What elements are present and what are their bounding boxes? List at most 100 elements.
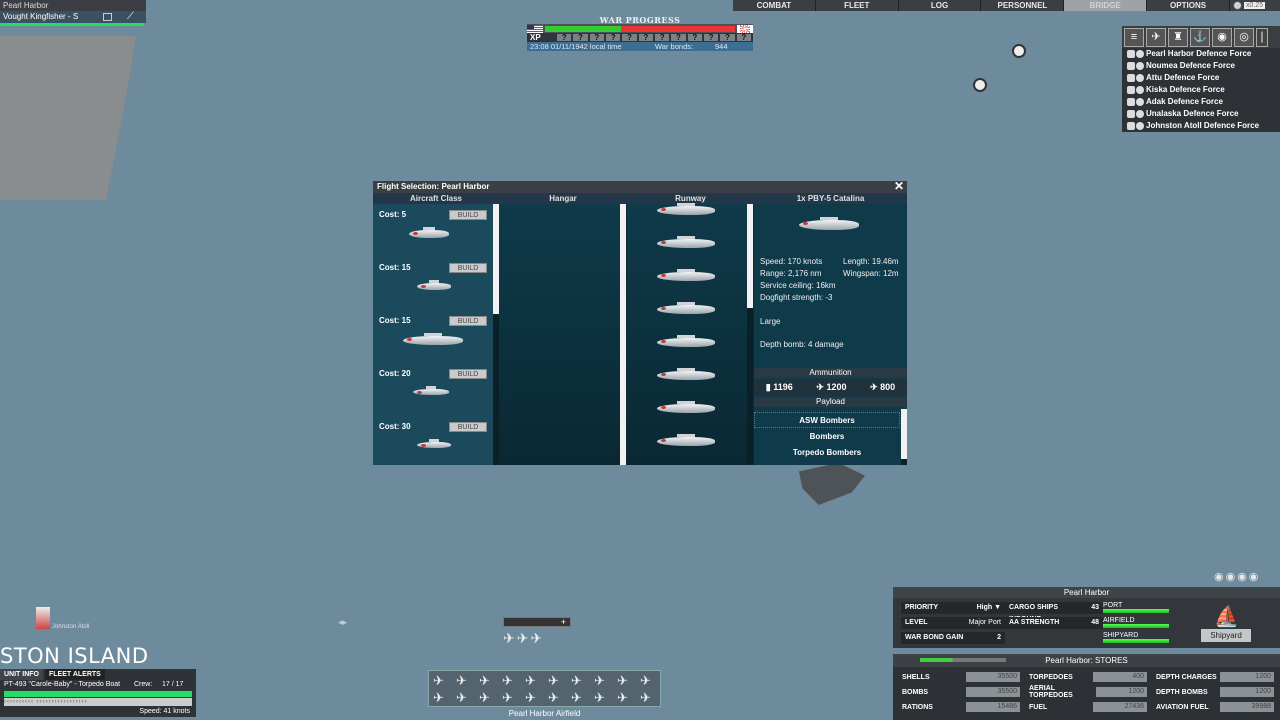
- tab-unit-info[interactable]: UNIT INFO: [0, 669, 43, 680]
- task-force-item[interactable]: Johnston Atoll Defence Force: [1122, 120, 1280, 132]
- map-arrows-icon[interactable]: ◂▸: [338, 617, 347, 628]
- collapse-icon[interactable]: ❘: [1256, 27, 1268, 47]
- airfield-aircraft-icon[interactable]: ✈: [479, 690, 490, 706]
- runway-aircraft[interactable]: [657, 302, 715, 314]
- aircraft-class-row[interactable]: Cost: 15 BUILD: [373, 257, 493, 310]
- aircraft-class-image: [413, 386, 449, 395]
- task-force-item[interactable]: Kiska Defence Force: [1122, 84, 1280, 96]
- anchor-icon[interactable]: ⚓: [1190, 27, 1210, 47]
- build-button[interactable]: BUILD: [449, 210, 487, 220]
- level-value: Major Port: [968, 619, 1001, 626]
- build-button[interactable]: BUILD: [449, 316, 487, 326]
- payload-option-bombers[interactable]: Bombers: [754, 429, 900, 445]
- selected-aircraft-panel[interactable]: Pearl Harbor Vought Kingfisher - S ⟋: [0, 0, 146, 26]
- tab-log[interactable]: LOG: [899, 0, 982, 11]
- runway-aircraft[interactable]: [657, 203, 715, 215]
- priority-select[interactable]: High ▼: [977, 602, 1001, 614]
- tab-options[interactable]: OPTIONS: [1147, 0, 1230, 11]
- list-icon[interactable]: ≡: [1124, 27, 1144, 47]
- enemy-unit-marker[interactable]: [973, 78, 987, 92]
- xp-slot: ?: [736, 34, 751, 42]
- runway-scrollbar[interactable]: [747, 204, 753, 465]
- runway-aircraft[interactable]: [657, 434, 715, 446]
- task-force-item[interactable]: Attu Defence Force: [1122, 72, 1280, 84]
- submarine-icon[interactable]: ◉: [1212, 27, 1232, 47]
- ammo-shells: 1196: [773, 382, 793, 392]
- time-speed[interactable]: x0.25: [1243, 2, 1266, 9]
- store-item: RATIONS 15486: [899, 701, 1020, 713]
- airfield-aircraft-icon[interactable]: ✈: [456, 690, 467, 706]
- airfield-aircraft-icon[interactable]: ✈: [617, 673, 628, 689]
- ship-icon[interactable]: ◎: [1234, 27, 1254, 47]
- task-force-item[interactable]: Adak Defence Force: [1122, 96, 1280, 108]
- hangar-scrollbar[interactable]: [620, 204, 626, 465]
- airfield-aircraft-icon[interactable]: ✈: [502, 690, 513, 706]
- airfield-aircraft-icon[interactable]: ✈: [525, 690, 536, 706]
- dialog-title: Flight Selection: Pearl Harbor: [377, 182, 490, 191]
- lighthouse-icon[interactable]: ♜: [1168, 27, 1188, 47]
- aircraft-class-row[interactable]: Cost: 15 BUILD: [373, 310, 493, 363]
- runway-aircraft[interactable]: [657, 335, 715, 347]
- task-force-item[interactable]: Unalaska Defence Force: [1122, 108, 1280, 120]
- airfield-aircraft-grid[interactable]: ✈ ✈ ✈ ✈ ✈ ✈ ✈ ✈ ✈ ✈ ✈ ✈ ✈ ✈ ✈ ✈ ✈ ✈ ✈ ✈: [428, 670, 661, 707]
- payload-option-torpedo-bombers[interactable]: Torpedo Bombers: [754, 445, 900, 461]
- airfield-aircraft-icon[interactable]: ✈: [479, 673, 490, 689]
- airfield-name: Pearl Harbor Airfield: [508, 709, 581, 718]
- airfield-aircraft-icon[interactable]: ✈: [525, 673, 536, 689]
- airfield-aircraft-icon[interactable]: ✈: [548, 690, 559, 706]
- payload-scrollbar[interactable]: [901, 409, 907, 465]
- task-force-item[interactable]: Noumea Defence Force: [1122, 60, 1280, 72]
- tab-combat[interactable]: COMBAT: [733, 0, 816, 11]
- tab-fleet-alerts[interactable]: FLEET ALERTS: [45, 669, 105, 680]
- squadron-add-bar[interactable]: +: [503, 617, 571, 627]
- airfield-aircraft-icon[interactable]: ✈: [640, 690, 651, 706]
- airfield-aircraft-icon[interactable]: ✈: [617, 690, 628, 706]
- speed-slider[interactable]: ‹‹‹‹‹‹‹‹‹‹ ›››››››››››››››››: [4, 698, 192, 706]
- airfield-aircraft-icon[interactable]: ✈: [433, 690, 444, 706]
- port-view-icons[interactable]: ◉◉◉◉: [1214, 570, 1260, 583]
- build-button[interactable]: BUILD: [449, 422, 487, 432]
- aircraft-filter-icon[interactable]: ✈: [1146, 27, 1166, 47]
- aircraft-class-row[interactable]: Cost: 20 BUILD: [373, 363, 493, 416]
- aircraft-class-row[interactable]: Cost: 30 BUILD: [373, 416, 493, 469]
- enemy-unit-marker[interactable]: [1012, 44, 1026, 58]
- airfield-aircraft-icon[interactable]: ✈: [571, 690, 582, 706]
- airfield-aircraft-icon[interactable]: ✈: [571, 673, 582, 689]
- unit-health-bar: [4, 691, 192, 697]
- aircraft-class-row[interactable]: Cost: 5 BUILD: [373, 204, 493, 257]
- unit-name: PT-493 "Carole-Baby" - Torpedo Boat: [4, 681, 121, 688]
- tab-fleet[interactable]: FLEET: [816, 0, 899, 11]
- airfield-aircraft-icon[interactable]: ✈: [548, 673, 559, 689]
- runway-aircraft[interactable]: [657, 368, 715, 380]
- war-progress-bar: [545, 25, 735, 32]
- ammo-bombs: 800: [880, 382, 896, 392]
- airfield-aircraft-icon[interactable]: ✈: [594, 690, 605, 706]
- xp-slot: ?: [638, 34, 653, 42]
- runway-aircraft[interactable]: [657, 269, 715, 281]
- runway-aircraft[interactable]: [657, 236, 715, 248]
- build-button[interactable]: BUILD: [449, 369, 487, 379]
- tab-personnel[interactable]: PERSONNEL: [981, 0, 1065, 11]
- local-time: 23:08 01/11/1942 local time: [530, 42, 622, 51]
- store-label: AVIATION FUEL: [1156, 703, 1209, 711]
- airfield-aircraft-icon[interactable]: ✈: [502, 673, 513, 689]
- fighter-icon: ⟋: [127, 11, 134, 22]
- payload-option-asw-bombers[interactable]: ASW Bombers: [754, 412, 900, 428]
- airfield-aircraft-icon[interactable]: ✈: [640, 673, 651, 689]
- build-button[interactable]: BUILD: [449, 263, 487, 273]
- shipyard-button[interactable]: Shipyard: [1201, 629, 1251, 642]
- squadron-icons[interactable]: ✈✈✈: [503, 630, 571, 654]
- store-label: DEPTH CHARGES: [1156, 673, 1217, 681]
- atoll-marker-icon[interactable]: [36, 607, 50, 629]
- close-icon[interactable]: ✕: [893, 180, 905, 193]
- pause-icon[interactable]: [1232, 1, 1242, 10]
- aircraft-info-panel: Speed: 170 knots Length: 19.46m Range: 2…: [754, 204, 907, 465]
- cargo-value: 43: [1091, 604, 1099, 611]
- runway-aircraft[interactable]: [657, 401, 715, 413]
- task-force-item[interactable]: Pearl Harbor Defence Force: [1122, 48, 1280, 60]
- tab-bridge[interactable]: BRIDGE: [1064, 0, 1148, 11]
- airfield-aircraft-icon[interactable]: ✈: [456, 673, 467, 689]
- airfield-aircraft-icon[interactable]: ✈: [594, 673, 605, 689]
- store-label: TORPEDOES: [1029, 673, 1073, 681]
- airfield-aircraft-icon[interactable]: ✈: [433, 673, 444, 689]
